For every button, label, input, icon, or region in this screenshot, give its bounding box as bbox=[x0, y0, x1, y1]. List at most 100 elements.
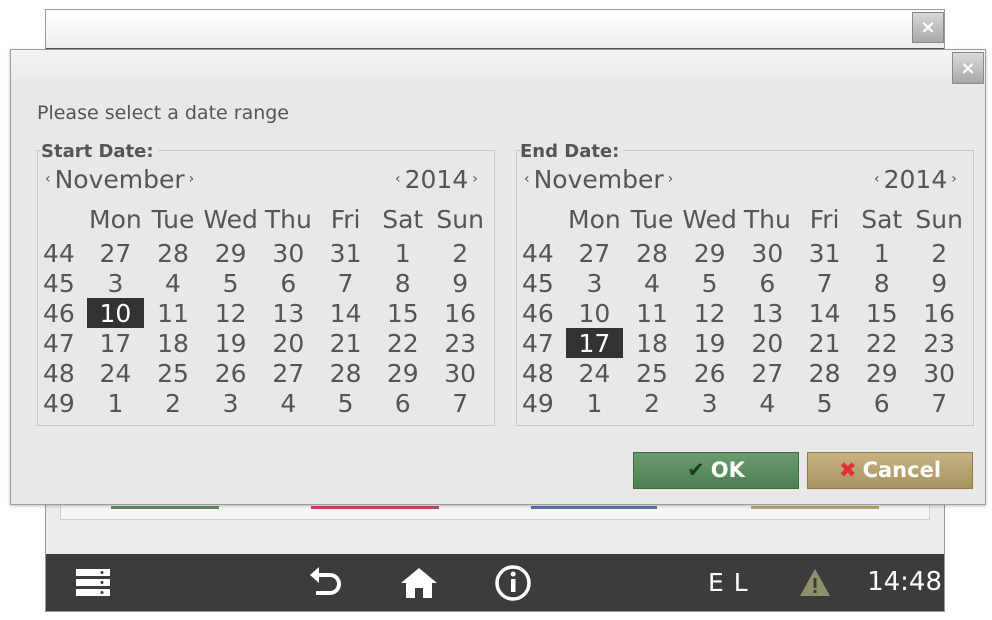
calendar-day[interactable]: 11 bbox=[144, 298, 201, 328]
calendar-day[interactable]: 18 bbox=[144, 328, 201, 358]
calendar-day[interactable]: 3 bbox=[202, 388, 260, 418]
calendar-day[interactable]: 10 bbox=[566, 298, 624, 328]
calendar-day[interactable]: 6 bbox=[260, 268, 318, 298]
calendar-day[interactable]: 30 bbox=[260, 238, 318, 268]
calendar-day[interactable]: 31 bbox=[317, 238, 374, 268]
calendar-day[interactable]: 1 bbox=[374, 238, 431, 268]
calendar-day[interactable]: 3 bbox=[681, 388, 739, 418]
calendar-day[interactable]: 7 bbox=[910, 388, 968, 418]
calendar-day[interactable]: 21 bbox=[317, 328, 374, 358]
calendar-day[interactable]: 3 bbox=[87, 268, 145, 298]
calendar-day[interactable]: 27 bbox=[566, 238, 624, 268]
calendar-day[interactable]: 6 bbox=[374, 388, 431, 418]
end-prev-year-button[interactable]: ‹ bbox=[870, 171, 884, 187]
menu-icon[interactable] bbox=[74, 563, 114, 603]
calendar-day[interactable]: 22 bbox=[374, 328, 431, 358]
calendar-day[interactable]: 9 bbox=[910, 268, 968, 298]
calendar-day[interactable]: 14 bbox=[796, 298, 853, 328]
calendar-day[interactable]: 12 bbox=[202, 298, 260, 328]
calendar-day[interactable]: 29 bbox=[681, 238, 739, 268]
calendar-day[interactable]: 8 bbox=[853, 268, 910, 298]
background-close-button[interactable]: × bbox=[912, 12, 944, 43]
calendar-day[interactable]: 15 bbox=[374, 298, 431, 328]
end-next-month-button[interactable]: › bbox=[664, 171, 678, 187]
calendar-day[interactable]: 7 bbox=[317, 268, 374, 298]
calendar-day[interactable]: 1 bbox=[566, 388, 624, 418]
calendar-day[interactable]: 5 bbox=[796, 388, 853, 418]
calendar-day[interactable]: 1 bbox=[87, 388, 145, 418]
cancel-button[interactable]: ✖ Cancel bbox=[807, 452, 973, 489]
dialog-close-button[interactable]: × bbox=[952, 52, 984, 84]
calendar-day[interactable]: 20 bbox=[260, 328, 318, 358]
calendar-day[interactable]: 28 bbox=[144, 238, 201, 268]
calendar-day[interactable]: 15 bbox=[853, 298, 910, 328]
calendar-day[interactable]: 5 bbox=[202, 268, 260, 298]
calendar-day[interactable]: 17 bbox=[87, 328, 145, 358]
end-prev-month-button[interactable]: ‹ bbox=[520, 171, 534, 187]
calendar-day[interactable]: 24 bbox=[87, 358, 145, 388]
calendar-day[interactable]: 30 bbox=[910, 358, 968, 388]
info-icon[interactable] bbox=[493, 563, 533, 603]
calendar-day[interactable]: 16 bbox=[431, 298, 489, 328]
calendar-day[interactable]: 22 bbox=[853, 328, 910, 358]
calendar-day[interactable]: 4 bbox=[623, 268, 680, 298]
calendar-day[interactable]: 31 bbox=[796, 238, 853, 268]
calendar-day[interactable]: 27 bbox=[260, 358, 318, 388]
calendar-day[interactable]: 25 bbox=[623, 358, 680, 388]
calendar-day[interactable]: 2 bbox=[431, 238, 489, 268]
calendar-day[interactable]: 27 bbox=[87, 238, 145, 268]
warning-icon[interactable] bbox=[798, 566, 832, 600]
calendar-day[interactable]: 14 bbox=[317, 298, 374, 328]
calendar-day[interactable]: 6 bbox=[853, 388, 910, 418]
calendar-day[interactable]: 9 bbox=[431, 268, 489, 298]
calendar-day[interactable]: 28 bbox=[623, 238, 680, 268]
calendar-day[interactable]: 13 bbox=[739, 298, 797, 328]
start-selected-day[interactable]: 10 bbox=[86, 298, 145, 328]
calendar-day[interactable]: 4 bbox=[260, 388, 318, 418]
calendar-day[interactable]: 27 bbox=[739, 358, 797, 388]
calendar-day[interactable]: 12 bbox=[681, 298, 739, 328]
calendar-day[interactable]: 20 bbox=[739, 328, 797, 358]
calendar-day[interactable]: 5 bbox=[681, 268, 739, 298]
calendar-day[interactable]: 29 bbox=[853, 358, 910, 388]
calendar-day[interactable]: 2 bbox=[623, 388, 680, 418]
calendar-day[interactable]: 7 bbox=[796, 268, 853, 298]
calendar-day[interactable]: 21 bbox=[796, 328, 853, 358]
calendar-day[interactable]: 8 bbox=[374, 268, 431, 298]
calendar-day[interactable]: 28 bbox=[796, 358, 853, 388]
calendar-day[interactable]: 24 bbox=[566, 358, 624, 388]
calendar-day[interactable]: 5 bbox=[317, 388, 374, 418]
start-prev-year-button[interactable]: ‹ bbox=[391, 171, 405, 187]
calendar-day[interactable]: 29 bbox=[374, 358, 431, 388]
calendar-day[interactable]: 4 bbox=[144, 268, 201, 298]
calendar-day[interactable]: 19 bbox=[202, 328, 260, 358]
calendar-day[interactable]: 4 bbox=[739, 388, 797, 418]
calendar-day[interactable]: 6 bbox=[739, 268, 797, 298]
back-icon[interactable] bbox=[306, 563, 346, 603]
home-icon[interactable] bbox=[399, 563, 439, 603]
calendar-day[interactable]: 19 bbox=[681, 328, 739, 358]
calendar-day[interactable]: 16 bbox=[910, 298, 968, 328]
calendar-day[interactable]: 26 bbox=[202, 358, 260, 388]
start-next-year-button[interactable]: › bbox=[468, 171, 482, 187]
end-next-year-button[interactable]: › bbox=[947, 171, 961, 187]
calendar-day[interactable]: 28 bbox=[317, 358, 374, 388]
calendar-day[interactable]: 23 bbox=[431, 328, 489, 358]
calendar-day[interactable]: 29 bbox=[202, 238, 260, 268]
calendar-day[interactable]: 30 bbox=[431, 358, 489, 388]
calendar-day[interactable]: 26 bbox=[681, 358, 739, 388]
ok-button[interactable]: ✔ OK bbox=[633, 452, 799, 489]
calendar-day[interactable]: 11 bbox=[623, 298, 680, 328]
calendar-day[interactable]: 25 bbox=[144, 358, 201, 388]
calendar-day[interactable]: 3 bbox=[566, 268, 624, 298]
calendar-day[interactable]: 30 bbox=[739, 238, 797, 268]
end-selected-day[interactable]: 17 bbox=[565, 328, 624, 358]
calendar-day[interactable]: 1 bbox=[853, 238, 910, 268]
calendar-day[interactable]: 7 bbox=[431, 388, 489, 418]
start-prev-month-button[interactable]: ‹ bbox=[41, 171, 55, 187]
calendar-day[interactable]: 18 bbox=[623, 328, 680, 358]
calendar-day[interactable]: 2 bbox=[910, 238, 968, 268]
calendar-day[interactable]: 13 bbox=[260, 298, 318, 328]
calendar-day[interactable]: 23 bbox=[910, 328, 968, 358]
calendar-day[interactable]: 2 bbox=[144, 388, 201, 418]
